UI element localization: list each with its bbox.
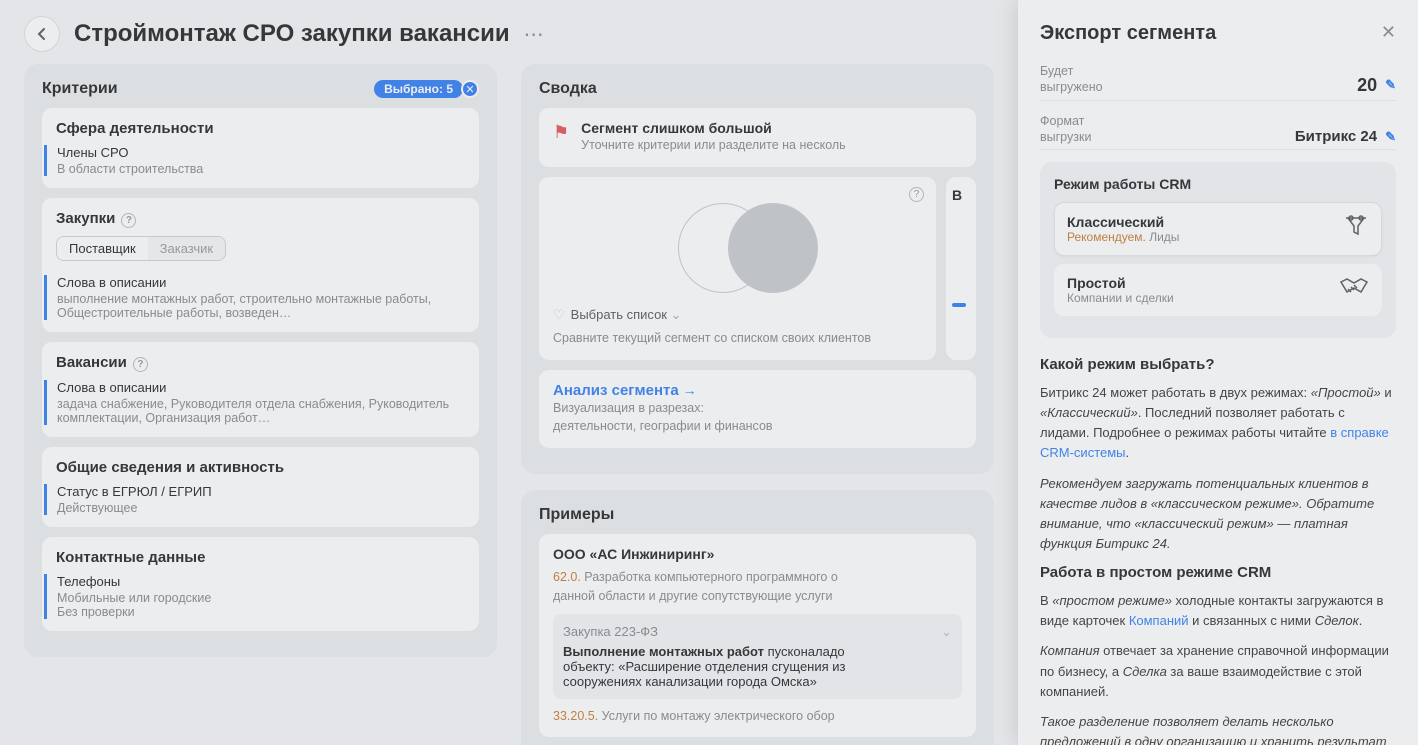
export-drawer: Экспорт сегмента ✕ Будет выгружено 20 ✎ Ф…	[1018, 0, 1418, 745]
card-title: Контактные данные	[56, 549, 465, 566]
criteria-title: Критерии	[42, 80, 118, 98]
okved-code: 33.20.5.	[553, 709, 598, 723]
meta-label: Формат выгрузки	[1040, 113, 1120, 146]
summary-title: Сводка	[539, 80, 976, 98]
handshake-icon	[1339, 276, 1369, 304]
help-icon[interactable]: ?	[133, 357, 148, 372]
venn-desc: Сравните текущий сегмент со списком свои…	[553, 329, 922, 348]
criteria-card-general[interactable]: Общие сведения и активность Статус в ЕГР…	[42, 447, 479, 527]
help-note: Такое разделение позволяет делать нескол…	[1040, 712, 1396, 745]
alert-desc: Уточните критерии или разделите на неско…	[581, 136, 846, 155]
criteria-row-title: Статус в ЕГРЮЛ / ЕГРИП	[57, 484, 465, 499]
criteria-row-desc: выполнение монтажных работ, строительно …	[57, 292, 465, 320]
select-list-dropdown[interactable]: ♡Выбрать список ⌄	[553, 307, 922, 323]
funnel-icon	[1343, 213, 1369, 245]
help-note: Рекомендуем загружать потенциальных клие…	[1040, 474, 1396, 555]
crm-mode-title: Режим работы CRM	[1054, 176, 1382, 192]
mode-name: Классический	[1067, 214, 1179, 230]
analysis-link[interactable]: Анализ сегмента	[553, 382, 679, 399]
edit-format-button[interactable]: ✎	[1385, 129, 1396, 145]
criteria-row-desc: Без проверки	[57, 605, 465, 619]
segment-customer-button[interactable]: Заказчик	[148, 237, 225, 260]
criteria-card-activity[interactable]: Сфера деятельности Члены СРО В области с…	[42, 108, 479, 188]
examples-title: Примеры	[539, 506, 976, 524]
example-subcard: Закупка 223-ФЗ⌄ Выполнение монтажных раб…	[553, 614, 962, 699]
help-paragraph: В «простом режиме» холодные контакты заг…	[1040, 591, 1396, 631]
help-paragraph: Компания отвечает за хранение справочной…	[1040, 641, 1396, 701]
okved-code: 62.0.	[553, 570, 581, 584]
venn-card[interactable]: ? ♡Выбрать список ⌄ Сравните текущий сег…	[539, 177, 936, 360]
alert-card: ⚑ Сегмент слишком большой Уточните крите…	[539, 108, 976, 167]
criteria-row-title: Слова в описании	[57, 380, 465, 395]
selected-count-chip[interactable]: Выбрано: 5	[374, 80, 463, 98]
export-count-value: 20	[1357, 75, 1377, 96]
meta-label: Будет выгружено	[1040, 63, 1120, 96]
analysis-desc: деятельности, географии и финансов	[553, 417, 962, 436]
hidden-stat-card: В	[946, 177, 976, 360]
clear-selection-button[interactable]: ✕	[461, 80, 479, 98]
back-button[interactable]	[24, 16, 60, 52]
segment-supplier-button[interactable]: Поставщик	[57, 237, 148, 260]
alert-title: Сегмент слишком большой	[581, 120, 846, 136]
mode-classic-option[interactable]: Классический Рекомендуем. Лиды	[1054, 202, 1382, 256]
example-company: ООО «АС Инжиниринг»	[553, 546, 962, 562]
criteria-card-vacancies[interactable]: Вакансии? Слова в описании задача снабже…	[42, 342, 479, 437]
criteria-row-desc: В области строительства	[57, 162, 465, 176]
venn-diagram	[553, 193, 922, 303]
criteria-row-title: Слова в описании	[57, 275, 465, 290]
companies-link[interactable]: Компаний	[1129, 613, 1189, 628]
example-card[interactable]: ООО «АС Инжиниринг» 62.0. Разработка ком…	[539, 534, 976, 737]
criteria-panel: Критерии Выбрано: 5 ✕ Сфера деятельности…	[24, 64, 497, 657]
summary-panel: Сводка ⚑ Сегмент слишком большой Уточнит…	[521, 64, 994, 474]
examples-panel: Примеры ООО «АС Инжиниринг» 62.0. Разраб…	[521, 490, 994, 745]
card-title: Закупки?	[56, 210, 465, 228]
help-paragraph: Битрикс 24 может работать в двух режимах…	[1040, 383, 1396, 464]
analysis-card[interactable]: Анализ сегмента → Визуализация в разреза…	[539, 370, 976, 449]
drawer-title: Экспорт сегмента	[1040, 22, 1216, 45]
mode-simple-option[interactable]: Простой Компании и сделки	[1054, 264, 1382, 316]
criteria-row-title: Члены СРО	[57, 145, 465, 160]
criteria-row-desc: задача снабжение, Руководителя отдела сн…	[57, 397, 465, 425]
analysis-desc: Визуализация в разрезах:	[553, 399, 962, 418]
help-heading: Работа в простом режиме CRM	[1040, 564, 1396, 581]
criteria-card-procurement[interactable]: Закупки? Поставщик Заказчик Слова в опис…	[42, 198, 479, 332]
criteria-row-title: Телефоны	[57, 574, 465, 589]
criteria-card-contacts[interactable]: Контактные данные Телефоны Мобильные или…	[42, 537, 479, 631]
criteria-row-desc: Мобильные или городские	[57, 591, 465, 605]
arrow-right-icon: →	[683, 382, 697, 398]
criteria-row-desc: Действующее	[57, 501, 465, 515]
mode-name: Простой	[1067, 275, 1174, 291]
help-icon[interactable]: ?	[121, 213, 136, 228]
more-menu-button[interactable]: ⋯	[524, 22, 546, 47]
card-title: Общие сведения и активность	[56, 459, 465, 476]
close-button[interactable]: ✕	[1381, 22, 1396, 43]
edit-count-button[interactable]: ✎	[1385, 77, 1396, 93]
page-title: Строймонтаж СРО закупки вакансии	[74, 20, 510, 48]
card-title: Вакансии?	[56, 354, 465, 372]
chevron-down-icon[interactable]: ⌄	[941, 624, 952, 640]
crm-mode-section: Режим работы CRM Классический Рекомендуе…	[1040, 162, 1396, 338]
card-title: Сфера деятельности	[56, 120, 465, 137]
sub-title: Закупка 223-ФЗ	[563, 624, 658, 640]
help-heading: Какой режим выбрать?	[1040, 356, 1396, 373]
flag-icon: ⚑	[553, 122, 569, 155]
heart-icon: ♡	[553, 307, 565, 322]
export-format-value: Битрикс 24	[1295, 128, 1377, 145]
